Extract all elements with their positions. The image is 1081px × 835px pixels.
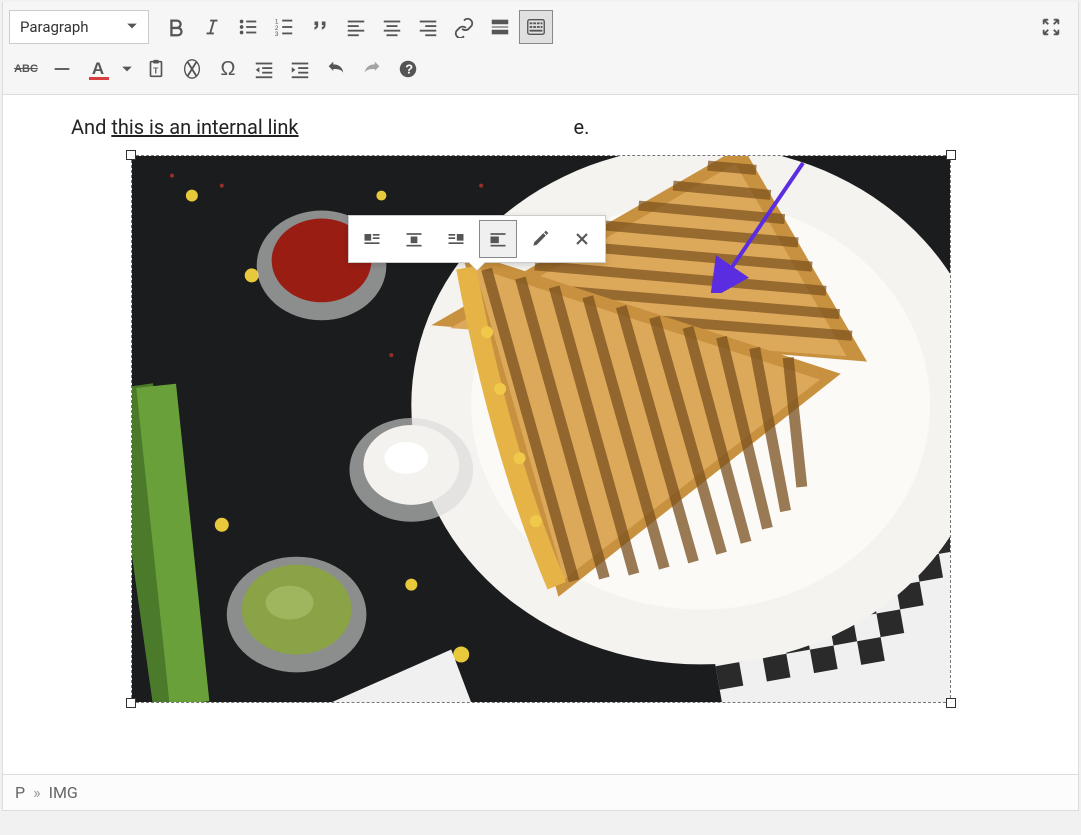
special-char-button[interactable]: Ω xyxy=(211,52,245,86)
fullscreen-button[interactable] xyxy=(1034,10,1068,44)
strikethrough-button[interactable]: ABC xyxy=(9,52,43,86)
paragraph[interactable]: And this is an internal link e. xyxy=(71,115,1010,139)
editor-container: Paragraph 123 ABC A xyxy=(0,0,1081,813)
italic-button[interactable] xyxy=(195,10,229,44)
text-color-swatch xyxy=(89,77,109,80)
resize-handle-bottom-right[interactable] xyxy=(946,698,956,708)
text-color-button[interactable]: A xyxy=(81,52,115,86)
paragraph-text-prefix: And xyxy=(71,115,111,139)
help-button[interactable]: ? xyxy=(391,52,425,86)
edit-image-button[interactable] xyxy=(521,220,559,258)
link-button[interactable] xyxy=(447,10,481,44)
blockquote-button[interactable] xyxy=(303,10,337,44)
caret-down-icon xyxy=(126,18,138,36)
internal-link[interactable]: this is an internal link xyxy=(111,115,298,139)
read-more-button[interactable] xyxy=(483,10,517,44)
align-left-button[interactable] xyxy=(339,10,373,44)
numbered-list-button[interactable]: 123 xyxy=(267,10,301,44)
toolbar-toggle-button[interactable] xyxy=(519,10,553,44)
editor-content[interactable]: And this is an internal link e. xyxy=(2,95,1079,775)
svg-text:3: 3 xyxy=(275,31,279,38)
undo-button[interactable] xyxy=(319,52,353,86)
align-right-image-button[interactable] xyxy=(437,220,475,258)
align-left-image-button[interactable] xyxy=(353,220,391,258)
bullet-list-button[interactable] xyxy=(231,10,265,44)
align-center-button[interactable] xyxy=(375,10,409,44)
align-right-button[interactable] xyxy=(411,10,445,44)
toolbar-row-1: Paragraph 123 xyxy=(9,6,1072,48)
remove-image-button[interactable] xyxy=(563,220,601,258)
indent-button[interactable] xyxy=(283,52,317,86)
editor-toolbar: Paragraph 123 ABC A xyxy=(2,2,1079,95)
paste-text-button[interactable]: T xyxy=(139,52,173,86)
format-select-value: Paragraph xyxy=(20,18,89,36)
align-none-image-button[interactable] xyxy=(479,220,517,258)
toolbar-row-2: ABC A T Ω ? xyxy=(9,48,1072,90)
resize-handle-top-left[interactable] xyxy=(126,150,136,160)
svg-text:T: T xyxy=(153,67,158,76)
status-path-sep: » xyxy=(33,783,41,802)
outdent-button[interactable] xyxy=(247,52,281,86)
text-color-caret[interactable] xyxy=(117,63,137,75)
status-path-img[interactable]: IMG xyxy=(49,783,78,802)
image-toolbar xyxy=(348,215,606,263)
redo-button[interactable] xyxy=(355,52,389,86)
svg-text:?: ? xyxy=(405,62,413,77)
status-bar: P » IMG xyxy=(2,775,1079,811)
resize-handle-top-right[interactable] xyxy=(946,150,956,160)
clear-formatting-button[interactable] xyxy=(175,52,209,86)
horizontal-rule-button[interactable] xyxy=(45,52,79,86)
bold-button[interactable] xyxy=(159,10,193,44)
format-select[interactable]: Paragraph xyxy=(9,10,149,44)
resize-handle-bottom-left[interactable] xyxy=(126,698,136,708)
align-center-image-button[interactable] xyxy=(395,220,433,258)
paragraph-text-suffix: e. xyxy=(574,115,590,139)
status-path-p[interactable]: P xyxy=(15,783,25,802)
